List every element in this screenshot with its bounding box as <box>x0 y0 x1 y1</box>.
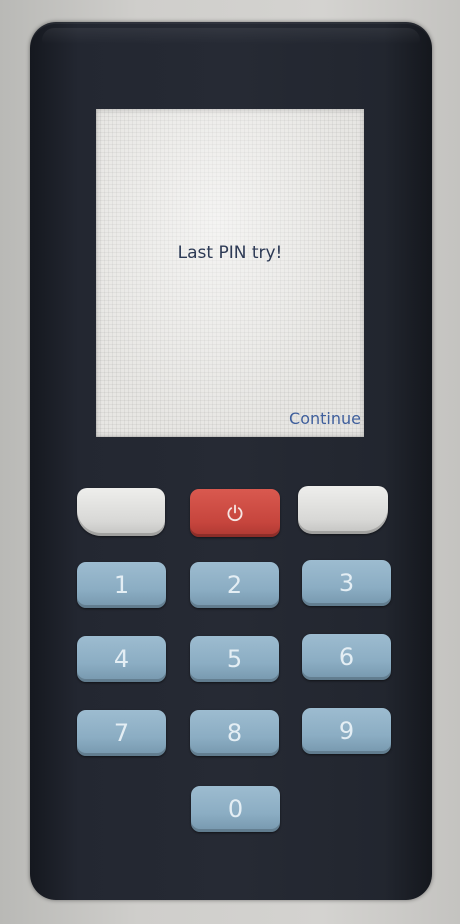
power-button[interactable] <box>190 489 280 537</box>
display-screen: Last PIN try! Continue <box>96 109 364 437</box>
pin-warning-message: Last PIN try! <box>177 243 283 263</box>
pin-pad-device: Last PIN try! Continue 1 2 3 4 5 6 7 8 9… <box>30 22 432 900</box>
key-0[interactable]: 0 <box>191 786 280 832</box>
key-4[interactable]: 4 <box>77 636 166 682</box>
key-7[interactable]: 7 <box>77 710 166 756</box>
power-icon <box>225 503 245 523</box>
left-soft-key[interactable] <box>77 488 165 536</box>
key-2[interactable]: 2 <box>190 562 279 608</box>
key-8[interactable]: 8 <box>190 710 279 756</box>
key-9[interactable]: 9 <box>302 708 391 754</box>
key-5[interactable]: 5 <box>190 636 279 682</box>
key-6[interactable]: 6 <box>302 634 391 680</box>
key-1[interactable]: 1 <box>77 562 166 608</box>
continue-action[interactable]: Continue <box>289 409 361 428</box>
right-soft-key[interactable] <box>298 486 388 534</box>
key-3[interactable]: 3 <box>302 560 391 606</box>
device-top-rim <box>42 28 420 44</box>
